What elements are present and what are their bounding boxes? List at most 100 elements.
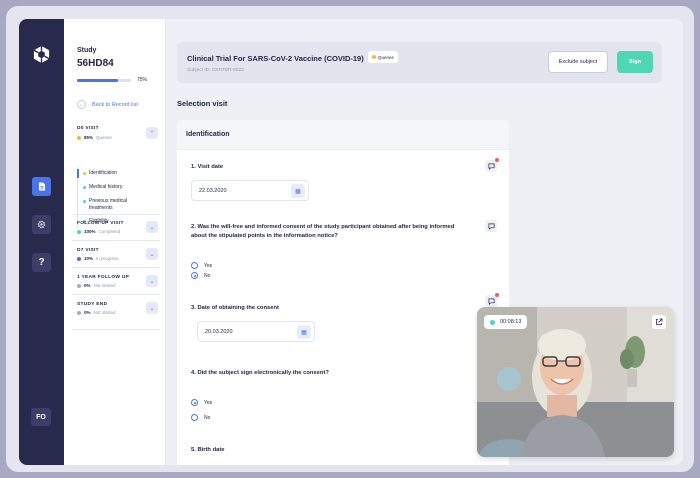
visit-status-label: In progress — [96, 256, 119, 261]
study-panel: Study 56HD84 75% ← Back to Record list D… — [64, 19, 166, 465]
visit-percent: 0% — [84, 283, 91, 288]
video-call-window[interactable]: 00:08:13 — [477, 307, 674, 457]
radio-label: No — [204, 272, 211, 279]
consent-yes-option[interactable]: Yes — [191, 262, 212, 269]
comment-button[interactable] — [485, 220, 497, 232]
visit-status-label: Not started — [93, 310, 116, 315]
status-dot — [77, 283, 81, 288]
status-dot — [77, 135, 81, 140]
calendar-icon[interactable]: ▦ — [297, 325, 311, 339]
question-informed-consent: 2. Was the will-free and informed consen… — [191, 224, 455, 239]
alert-dot — [495, 158, 499, 162]
visit-percent: 100% — [84, 229, 96, 234]
identification-form: Identification 1. Visit date 22.03.2020 … — [177, 120, 509, 465]
subnav-label: Previous medical treatments — [89, 198, 128, 211]
expand-visit-button[interactable]: ⌄ — [146, 302, 158, 314]
comment-icon — [488, 298, 494, 305]
user-avatar[interactable]: FO — [31, 408, 51, 426]
consent-no-option[interactable]: No — [191, 272, 210, 279]
expand-visit-button[interactable]: ⌄ — [146, 248, 158, 260]
radio-button[interactable] — [191, 272, 198, 279]
back-to-record-list-link[interactable]: ← Back to Record list — [77, 100, 138, 109]
visit-name[interactable]: STUDY END — [77, 302, 107, 307]
queries-badge[interactable]: Queries — [368, 51, 398, 63]
popout-button[interactable] — [652, 315, 666, 329]
visit-status: 10% In progress — [77, 256, 119, 261]
esign-yes-option[interactable]: Yes — [191, 399, 212, 406]
divider — [72, 294, 160, 295]
question-electronic-signature: 4. Did the subject sign electronically t… — [191, 370, 329, 376]
subnav-label: Identification — [89, 170, 118, 176]
arrow-left-icon: ← — [77, 100, 86, 109]
visit-name[interactable]: FOLLOW-UP VISIT — [77, 221, 124, 226]
subnav-item-identification[interactable]: Identification — [83, 170, 117, 177]
collapse-visit-button[interactable]: ⌃ — [146, 127, 158, 139]
study-progress-fill — [77, 79, 118, 82]
expand-visit-button[interactable]: ⌄ — [146, 221, 158, 233]
exclude-subject-button[interactable]: Exclude subject — [548, 51, 608, 73]
radio-button[interactable] — [191, 262, 198, 269]
live-indicator — [490, 319, 495, 325]
section-title: Selection visit — [177, 99, 228, 108]
visit-status: 100% Completed — [77, 229, 120, 234]
document-icon — [38, 182, 45, 191]
chevron-up-icon: ⌃ — [149, 130, 155, 137]
participant-video — [477, 307, 674, 457]
visit-name[interactable]: D0 VISIT — [77, 126, 99, 131]
settings-button[interactable] — [32, 215, 51, 234]
status-dot — [83, 172, 86, 175]
radio-label: Yes — [204, 399, 213, 406]
form-title: Identification — [186, 131, 230, 138]
trial-header: Clinical Trial For SARS-CoV-2 Vaccine (C… — [177, 42, 662, 83]
visit-status: 85% Queries — [77, 135, 112, 140]
status-dot — [83, 200, 86, 203]
subnav-item-medical-history[interactable]: Medical history — [83, 184, 122, 191]
esign-no-option[interactable]: No — [191, 414, 210, 421]
visit-percent: 85% — [84, 135, 94, 140]
badge-label: Queries — [378, 54, 394, 60]
radio-label: No — [204, 414, 211, 421]
study-id: 56HD84 — [77, 58, 114, 69]
subnav-item-previous-medical-treatments[interactable]: Previous medical treatments — [83, 198, 147, 212]
visit-status-label: Queries — [96, 135, 112, 140]
visit-subnav: Identification Medical history Previous … — [77, 167, 157, 229]
trial-title: Clinical Trial For SARS-CoV-2 Vaccine (C… — [187, 54, 364, 63]
active-indicator — [77, 169, 79, 178]
question-consent-date: 3. Date of obtaining the consent — [191, 305, 279, 311]
documents-button[interactable] — [32, 177, 51, 196]
calendar-icon[interactable]: ▦ — [291, 184, 305, 198]
consent-date-value: 20.03.2020 — [205, 329, 233, 335]
subject-id: Subject ID: CENTER-0023 — [187, 68, 244, 73]
radio-button[interactable] — [191, 414, 198, 421]
status-dot — [77, 229, 81, 234]
chevron-down-icon: ⌄ — [149, 224, 155, 231]
question-visit-date: 1. Visit date — [191, 164, 224, 170]
visit-status: 0% Not started — [77, 310, 116, 315]
help-button[interactable]: ? — [32, 253, 51, 272]
comment-button[interactable] — [485, 293, 499, 307]
study-progress-bar — [77, 79, 131, 82]
visit-name[interactable]: D7 VISIT — [77, 248, 99, 253]
consent-date-field[interactable]: 20.03.2020 ▦ — [197, 321, 315, 342]
visit-status-label: Not started — [93, 283, 116, 288]
sign-button[interactable]: Sign — [617, 51, 653, 73]
visit-status: 0% Not started — [77, 283, 116, 288]
expand-visit-button[interactable]: ⌄ — [146, 275, 158, 287]
divider — [72, 329, 160, 330]
visit-percent: 0% — [84, 310, 91, 315]
icon-rail: ? FO — [19, 19, 64, 465]
study-progress-label: 75% — [137, 77, 148, 83]
visit-date-field[interactable]: 22.03.2020 ▦ — [191, 180, 309, 201]
question-birth-date: 5. Birth date — [191, 447, 225, 453]
visit-date-value: 22.03.2020 — [199, 188, 227, 194]
visit-name[interactable]: 1 YEAR FOLLOW UP — [77, 275, 129, 280]
radio-button[interactable] — [191, 399, 198, 406]
status-dot — [372, 55, 376, 59]
visit-status-label: Completed — [98, 229, 121, 234]
chevron-down-icon: ⌄ — [149, 278, 155, 285]
alert-dot — [495, 293, 499, 297]
comment-icon — [488, 223, 494, 230]
divider — [72, 214, 160, 215]
comment-button[interactable] — [485, 158, 499, 172]
divider — [72, 240, 160, 241]
